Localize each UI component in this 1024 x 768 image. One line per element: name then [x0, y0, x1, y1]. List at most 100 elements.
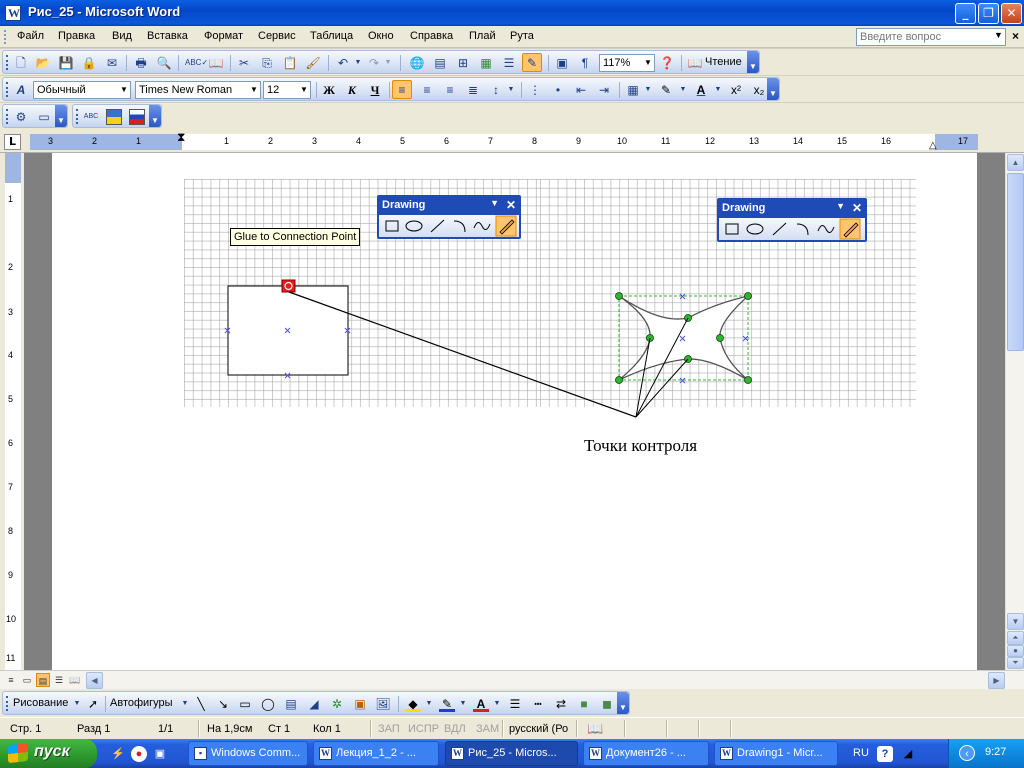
arrow-style-icon[interactable]: ⇄ [553, 696, 569, 712]
glue-point-icon[interactable] [281, 279, 296, 293]
spelling-icon[interactable]: ABC✓ [185, 55, 208, 71]
font-color-draw-icon[interactable]: A [473, 696, 489, 712]
print-layout-view-icon[interactable]: ▤ [36, 673, 50, 687]
line-color-dropdown-icon[interactable]: ▼ [455, 696, 471, 712]
outline-view-icon[interactable]: ☰ [52, 673, 66, 687]
paste-icon[interactable]: 📋 [282, 55, 298, 71]
line-spacing-icon[interactable]: ↕ [488, 82, 504, 98]
help-icon[interactable]: ❓ [659, 55, 675, 71]
close-button[interactable]: ✕ [1001, 3, 1022, 24]
numbering-icon[interactable]: ⋮ [527, 82, 543, 98]
arrow-tool-icon[interactable]: ↘ [215, 696, 231, 712]
toolbar-grip[interactable] [6, 82, 9, 97]
reading-view-icon[interactable]: 📖 [68, 673, 82, 687]
email-icon[interactable]: ✉ [104, 55, 120, 71]
status-overtype[interactable]: ЗАМ [476, 723, 499, 735]
tables-borders-icon[interactable]: ▤ [432, 55, 448, 71]
web-view-icon[interactable]: ▭ [20, 673, 34, 687]
font-color-draw-dropdown-icon[interactable]: ▼ [489, 696, 505, 712]
help-dropdown-icon[interactable]: ▼ [994, 30, 1003, 40]
taskbar-item[interactable]: W Лекция_1_2 - ... [313, 741, 439, 766]
line-style-icon[interactable]: ☰ [507, 696, 523, 712]
toolbar-grip[interactable] [6, 109, 9, 124]
toolbar-options-icon[interactable]: ▼ [149, 105, 161, 127]
copy-icon[interactable]: ⎘ [259, 55, 275, 71]
chrome-icon[interactable]: ● [131, 746, 147, 762]
menu-view[interactable]: Вид [112, 30, 132, 42]
print-icon[interactable]: 🖶 [133, 55, 149, 71]
menu-tools[interactable]: Сервис [258, 30, 296, 42]
vertical-scrollbar[interactable]: ▲ ▼ ⏶ ● ⏷ [1005, 153, 1024, 670]
line-tool-icon[interactable]: ╲ [193, 696, 209, 712]
line-color-icon[interactable]: ✎ [439, 696, 455, 712]
web-tool-icon[interactable]: ⚙ [13, 109, 29, 125]
scroll-down-icon[interactable]: ▼ [1007, 613, 1024, 630]
insert-table-icon[interactable]: ⊞ [455, 55, 471, 71]
menu-plai[interactable]: Плай [469, 30, 496, 42]
undo-icon[interactable]: ↶ [335, 55, 351, 71]
menu-edit[interactable]: Правка [58, 30, 95, 42]
vertical-ruler[interactable]: 1 2 3 4 5 6 7 8 9 10 11 [0, 153, 24, 670]
toolbar-options-icon[interactable]: ▼ [617, 692, 629, 714]
underline-button[interactable]: Ч [367, 82, 383, 98]
font-dropdown-icon[interactable]: ▼ [248, 82, 260, 98]
menu-file[interactable]: Файл [17, 30, 44, 42]
columns-icon[interactable]: ☰ [501, 55, 517, 71]
style-dropdown-icon[interactable]: ▼ [118, 82, 130, 98]
dash-style-icon[interactable]: ┅ [530, 696, 546, 712]
cut-icon[interactable]: ✂ [236, 55, 252, 71]
status-extend[interactable]: ВДЛ [444, 723, 466, 735]
previous-page-icon[interactable]: ⏶ [1007, 631, 1024, 645]
font-size-dropdown-icon[interactable]: ▼ [298, 82, 310, 98]
increase-indent-icon[interactable]: ⇥ [596, 82, 612, 98]
russian-flag-icon[interactable] [129, 109, 145, 125]
spellcheck-lang-icon[interactable]: ABC [83, 109, 99, 125]
horizontal-ruler[interactable]: L 3 2 1 ⧗ 1 2 3 4 5 6 7 8 9 10 11 12 13 … [0, 131, 1024, 153]
undo-dropdown-icon[interactable]: ▼ [350, 55, 366, 71]
taskbar-item[interactable]: W Drawing1 - Micr... [714, 741, 838, 766]
align-center-icon[interactable]: ≡ [419, 82, 435, 98]
show-hide-icon[interactable]: ¶ [577, 55, 593, 71]
permission-icon[interactable]: 🔒 [81, 55, 97, 71]
status-track-changes[interactable]: ИСПР [408, 723, 439, 735]
document-map-icon[interactable]: ▣ [554, 55, 570, 71]
show-desktop-icon[interactable]: ▣ [152, 746, 168, 762]
font-select[interactable]: Times New Roman ▼ [135, 81, 261, 99]
highlight-dropdown-icon[interactable]: ▼ [675, 82, 691, 98]
ukrainian-flag-icon[interactable] [106, 109, 122, 125]
zoom-dropdown-icon[interactable]: ▼ [642, 55, 654, 71]
toolbar-options-icon[interactable]: ▼ [747, 51, 759, 73]
toolbar-grip[interactable] [6, 696, 9, 711]
indent-marker-icon[interactable]: ⧗ [177, 131, 185, 143]
justify-icon[interactable]: ≣ [465, 82, 481, 98]
decrease-indent-icon[interactable]: ⇤ [573, 82, 589, 98]
wordart-icon[interactable]: ◢ [306, 696, 322, 712]
toolbar-options-icon[interactable]: ▼ [767, 78, 779, 100]
tray-expand-icon[interactable]: ‹ [959, 745, 975, 761]
zoom-select[interactable]: 117% ▼ [599, 54, 655, 72]
rectangle-tool-icon[interactable]: ▭ [237, 696, 253, 712]
open-icon[interactable]: 📂 [35, 55, 51, 71]
taskbar-item[interactable]: W Документ26 - ... [583, 741, 709, 766]
diagram-icon[interactable]: ✲ [329, 696, 345, 712]
toolbar-grip[interactable] [6, 55, 9, 70]
autoshapes-dropdown-icon[interactable]: ▼ [177, 696, 193, 712]
reading-icon[interactable]: 📖 [687, 55, 703, 71]
fill-color-icon[interactable]: ◆ [405, 696, 421, 712]
insert-excel-icon[interactable]: ▦ [478, 55, 494, 71]
format-painter-icon[interactable]: 🖌 [305, 55, 321, 71]
spelling-status-icon[interactable]: 📖 [587, 721, 603, 737]
style-select[interactable]: Обычный ▼ [33, 81, 131, 99]
draw-menu-button[interactable]: Рисование [13, 697, 68, 709]
menu-window[interactable]: Окно [368, 30, 394, 42]
fill-color-dropdown-icon[interactable]: ▼ [421, 696, 437, 712]
help-search-input[interactable]: Введите вопрос [856, 28, 1006, 46]
redo-dropdown-icon[interactable]: ▼ [380, 55, 396, 71]
next-page-icon[interactable]: ⏷ [1007, 657, 1024, 669]
picture-icon[interactable]: 🖼 [375, 696, 391, 712]
taskbar-item[interactable]: ▪ Windows Comm... [188, 741, 308, 766]
taskbar-item-active[interactable]: W Рис_25 - Micros... [445, 741, 578, 766]
oval-tool-icon[interactable]: ◯ [260, 696, 276, 712]
drawing-toggle-icon[interactable]: ✎ [522, 53, 542, 72]
scroll-up-icon[interactable]: ▲ [1007, 154, 1024, 171]
